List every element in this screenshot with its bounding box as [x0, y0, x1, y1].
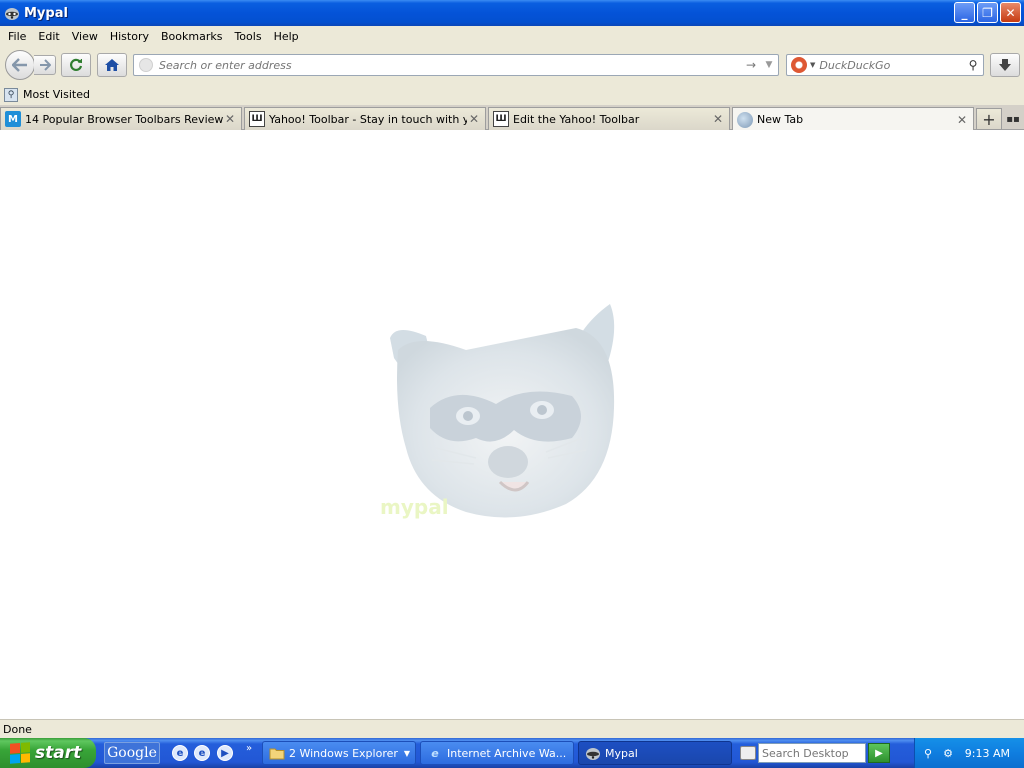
tab-new-tab[interactable]: New Tab ✕ [732, 107, 974, 131]
task-internet-archive[interactable]: e Internet Archive Wa... [420, 741, 574, 765]
close-tab-icon[interactable]: ✕ [711, 112, 725, 126]
menu-tools[interactable]: Tools [228, 30, 267, 43]
window-title: Mypal [24, 5, 68, 21]
quicklaunch-overflow-icon[interactable]: » [246, 743, 252, 754]
back-button[interactable] [5, 50, 35, 80]
download-arrow-icon [999, 59, 1011, 71]
most-visited-icon: ⚲ [4, 87, 18, 102]
engine-dropdown-icon[interactable]: ▼ [810, 61, 815, 69]
list-all-tabs-icon[interactable]: ▪▪ [1005, 109, 1021, 129]
go-arrow-icon[interactable]: → [742, 58, 760, 72]
downloads-button[interactable] [990, 53, 1020, 77]
address-bar[interactable]: → ▼ [133, 54, 779, 76]
group-dropdown-icon: ▼ [403, 748, 410, 758]
mypal-app-icon [5, 8, 19, 20]
search-tray-icon[interactable]: ⚲ [921, 746, 935, 760]
navigation-toolbar: → ▼ ▼ ⚲ [0, 46, 1024, 84]
desktop-search-box[interactable] [758, 743, 866, 763]
m-icon: M [5, 111, 21, 127]
close-tab-icon[interactable]: ✕ [955, 113, 969, 127]
status-bar: Done [0, 719, 1024, 738]
archive-icon: Ш [493, 111, 509, 127]
mypal-raccoon-logo: mypal [380, 304, 615, 519]
task-label: Internet Archive Wa... [447, 746, 567, 760]
task-mypal[interactable]: Mypal [578, 741, 732, 765]
windows-flag-icon [10, 742, 30, 764]
close-tab-icon[interactable]: ✕ [223, 112, 237, 126]
duckduckgo-icon[interactable] [791, 57, 807, 73]
search-bar[interactable]: ▼ ⚲ [786, 54, 984, 76]
new-tab-button[interactable]: + [976, 108, 1002, 130]
address-input[interactable] [159, 58, 742, 72]
menu-history[interactable]: History [104, 30, 155, 43]
desktop-search-go-button[interactable]: ▶ [868, 743, 890, 763]
folder-icon [269, 745, 285, 761]
identity-icon[interactable] [139, 58, 153, 72]
google-toolbar-button[interactable]: Google [104, 742, 160, 764]
menu-edit[interactable]: Edit [32, 30, 65, 43]
maximize-button[interactable]: ❐ [977, 2, 998, 23]
forward-arrow-icon [39, 59, 51, 71]
bookmarks-toolbar: ⚲ Most Visited [0, 84, 1024, 105]
tab-label: Yahoo! Toolbar - Stay in touch with you.… [269, 112, 467, 126]
minimize-button[interactable]: _ [954, 2, 975, 23]
mypal-icon [585, 745, 601, 761]
task-label: Mypal [605, 746, 638, 760]
home-icon [105, 59, 119, 71]
tab-yahoo-toolbar[interactable]: Ш Yahoo! Toolbar - Stay in touch with yo… [244, 107, 486, 130]
title-bar: Mypal _ ❐ ✕ [0, 0, 1024, 26]
menu-help[interactable]: Help [268, 30, 305, 43]
start-label: start [35, 743, 82, 763]
menu-bar: File Edit View History Bookmarks Tools H… [0, 26, 1024, 46]
task-windows-explorer[interactable]: 2 Windows Explorer ▼ [262, 741, 416, 765]
tab-edit-yahoo-toolbar[interactable]: Ш Edit the Yahoo! Toolbar ✕ [488, 107, 730, 130]
history-dropdown-icon[interactable]: ▼ [760, 60, 778, 70]
browser-quicklaunch-icon[interactable]: e [194, 745, 210, 761]
home-button[interactable] [97, 53, 127, 77]
status-text: Done [3, 722, 32, 736]
globe-icon [737, 111, 753, 128]
clock[interactable]: 9:13 AM [965, 747, 1010, 760]
reload-button[interactable] [61, 53, 91, 77]
search-icon[interactable]: ⚲ [963, 58, 983, 72]
desktop-search-input[interactable] [759, 746, 865, 760]
ie-icon: e [431, 746, 439, 760]
menu-view[interactable]: View [66, 30, 104, 43]
tab-label: Edit the Yahoo! Toolbar [513, 112, 640, 126]
network-tray-icon[interactable]: ⚙ [941, 746, 955, 760]
back-arrow-icon [12, 58, 27, 72]
forward-button[interactable] [34, 55, 56, 75]
search-input[interactable] [819, 58, 963, 72]
task-label: 2 Windows Explorer [289, 746, 398, 760]
page-content: mypal [0, 130, 1024, 719]
keyboard-icon[interactable] [740, 746, 756, 760]
tab-strip: M 14 Popular Browser Toolbars Reviewed .… [0, 105, 1024, 131]
system-tray: ⚲ ⚙ 9:13 AM [914, 738, 1024, 768]
tab-browser-toolbars[interactable]: M 14 Popular Browser Toolbars Reviewed .… [0, 107, 242, 130]
start-button[interactable]: start [0, 738, 96, 768]
reload-icon [70, 58, 83, 71]
close-tab-icon[interactable]: ✕ [467, 112, 481, 126]
most-visited-folder[interactable]: Most Visited [23, 88, 90, 101]
ie-quicklaunch-icon[interactable]: e [172, 745, 188, 761]
menu-bookmarks[interactable]: Bookmarks [155, 30, 228, 43]
tab-label: 14 Popular Browser Toolbars Reviewed ... [25, 112, 223, 126]
logo-caption: mypal [380, 495, 449, 519]
media-player-quicklaunch-icon[interactable]: ▶ [217, 745, 233, 761]
archive-icon: Ш [249, 111, 265, 127]
menu-file[interactable]: File [2, 30, 32, 43]
windows-taskbar: start Google e e ▶ » 2 Windows Explorer … [0, 738, 1024, 768]
close-button[interactable]: ✕ [1000, 2, 1021, 23]
tab-label: New Tab [757, 113, 804, 126]
